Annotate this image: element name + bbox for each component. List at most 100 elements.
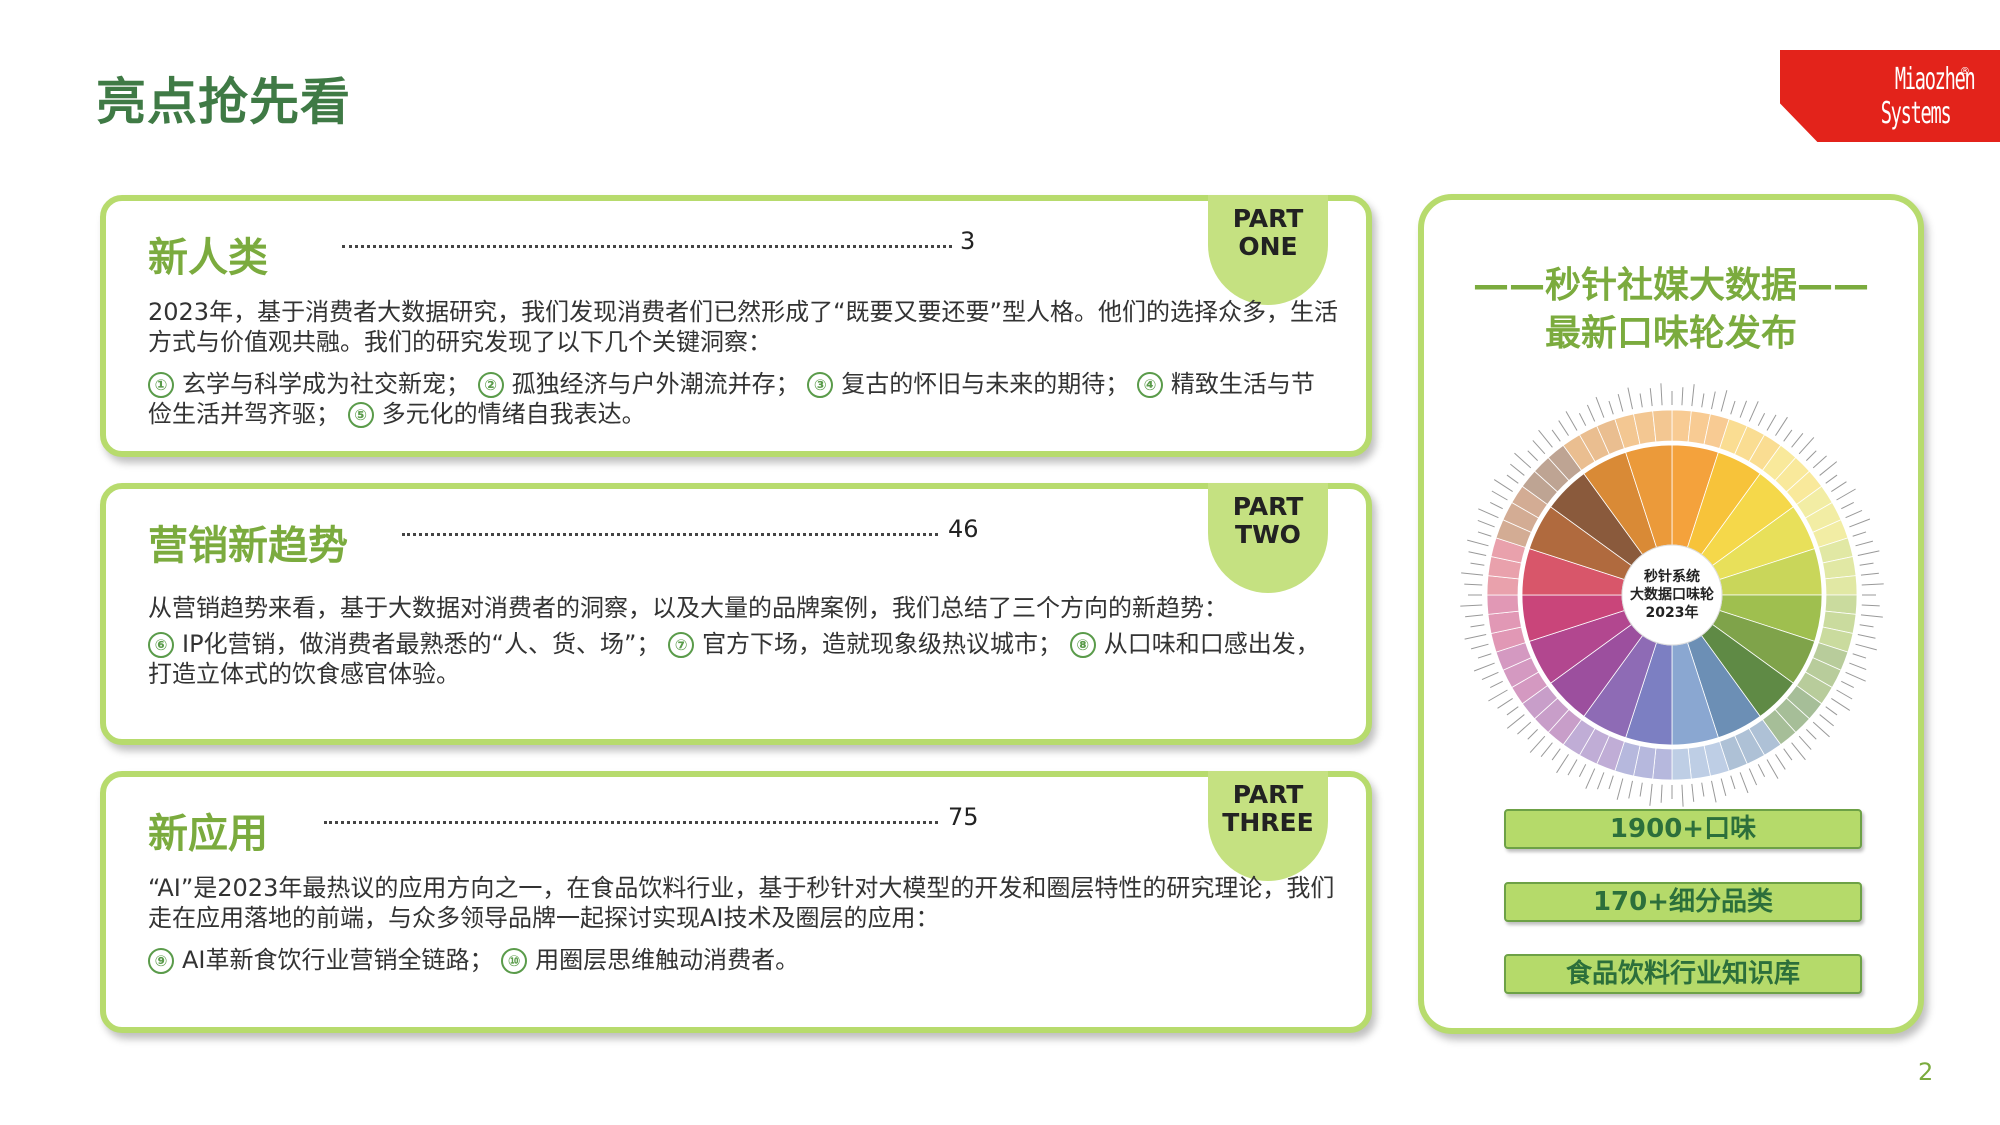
wheel-label-mark: [1660, 784, 1663, 803]
point-number: ⑨: [148, 948, 174, 974]
wheel-label-mark: [1701, 782, 1705, 797]
wheel-label-mark: [1739, 400, 1748, 418]
wheel-label-mark: [1470, 624, 1485, 628]
point-number: ⑤: [347, 402, 374, 428]
wheel-label-mark: [1565, 411, 1578, 431]
wheel-label-mark: [1506, 474, 1519, 484]
toc-leader-dots: [402, 533, 938, 536]
wheel-label-mark: [1608, 775, 1614, 790]
part-number: THREE: [1222, 808, 1314, 837]
panel-title-line2: 最新口味轮发布: [1544, 313, 1797, 354]
wheel-label-mark: [1812, 721, 1830, 738]
wheel-label-mark: [1585, 768, 1596, 789]
wheel-label-mark: [1739, 772, 1749, 794]
part-number: ONE: [1238, 232, 1298, 261]
point-text: IP化营销，做消费者最熟悉的“人、货、场”；: [182, 630, 661, 658]
toc-page-number: 75: [948, 803, 979, 831]
point-number: ⑦: [668, 632, 695, 658]
toc-leader-dots: [324, 821, 938, 824]
point-text: 用圈层思维触动消费者。: [535, 946, 800, 974]
wheel-label-mark: [1510, 463, 1525, 476]
wheel-label-mark: [1578, 764, 1587, 777]
part-label: PART: [1232, 492, 1304, 521]
wheel-label-mark: [1730, 400, 1736, 415]
point-number: ②: [477, 372, 504, 398]
part-tab: PART ONE: [1208, 195, 1328, 305]
part-label: PART: [1232, 780, 1304, 809]
wheel-label-mark: [1855, 540, 1874, 547]
point-number: ④: [1136, 372, 1163, 398]
wheel-label-mark: [1775, 754, 1786, 770]
wheel-label-mark: [1798, 735, 1812, 750]
wheel-label-mark: [1766, 759, 1779, 779]
wheel-label-mark: [1748, 768, 1758, 786]
wheel-label-mark: [1490, 680, 1503, 689]
wheel-label-mark: [1473, 662, 1495, 672]
wheel-label-mark: [1861, 583, 1884, 586]
wheel-center-line2: 大数据口味轮: [1630, 586, 1714, 603]
wheel-label-mark: [1845, 509, 1863, 519]
wheel-center-line3: 2023年: [1646, 604, 1699, 621]
stat-knowledge-base: 食品饮料行业知识库: [1504, 954, 1862, 994]
wheel-label-mark: [1831, 698, 1851, 711]
panel-title-line1: ——秒针社媒大数据——: [1472, 265, 1869, 306]
wheel-label-mark: [1859, 624, 1874, 628]
wheel-label-mark: [1831, 481, 1847, 492]
wheel-label-mark: [1720, 390, 1728, 412]
logo-text-line2: Systems: [1880, 96, 1951, 131]
wheel-segment: [1486, 594, 1520, 615]
wheel-label-mark: [1488, 689, 1508, 702]
wheel-segment: [1824, 575, 1858, 596]
wheel-label-mark: [1783, 748, 1793, 761]
section-card-new-humans: PART ONE 新人类 3 2023年，基于消费者大数据研究，我们发现消费者们…: [100, 195, 1372, 457]
wheel-label-mark: [1532, 440, 1546, 455]
wheel-label-mark: [1857, 634, 1876, 639]
section-title: 新应用: [148, 811, 268, 857]
section-title: 营销新趋势: [148, 523, 348, 569]
wheel-label-mark: [1477, 653, 1492, 659]
wheel-label-mark: [1681, 387, 1684, 406]
wheel-label-mark: [1859, 562, 1874, 566]
section-intro: “AI”是2023年最热议的应用方向之一，在食品饮料行业，基于秒针对大模型的开发…: [148, 874, 1335, 932]
part-number: TWO: [1235, 520, 1301, 549]
wheel-label-mark: [1805, 728, 1817, 740]
wheel-label-mark: [1617, 393, 1624, 412]
wheel-label-mark: [1514, 452, 1532, 469]
wheel-label-mark: [1852, 531, 1867, 537]
wheel-label-mark: [1538, 429, 1553, 448]
wheel-label-mark: [1841, 501, 1854, 510]
point-number: ①: [148, 372, 174, 398]
wheel-label-mark: [1506, 714, 1525, 729]
wheel-label-mark: [1470, 643, 1489, 650]
wheel-label-mark: [1812, 455, 1827, 469]
wheel-center-line1: 秒针系统: [1644, 568, 1700, 585]
part-tab: PART TWO: [1208, 483, 1328, 593]
wheel-label-mark: [1819, 714, 1834, 727]
section-intro: 2023年，基于消费者大数据研究，我们发现消费者们已然形成了“既要又要还要”型人…: [148, 298, 1338, 356]
wheel-label-mark: [1596, 772, 1605, 790]
wheel-label-mark: [1849, 662, 1867, 671]
wheel-label-mark: [1766, 414, 1777, 431]
wheel-label-mark: [1481, 671, 1499, 681]
wheel-label-mark: [1477, 531, 1492, 537]
wheel-label-mark: [1616, 778, 1624, 800]
wheel-label-mark: [1639, 393, 1643, 408]
wheel-label-mark: [1460, 604, 1483, 607]
wheel-label-mark: [1860, 614, 1883, 618]
toc-leader-dots: [342, 245, 952, 248]
wheel-label-mark: [1748, 401, 1759, 422]
section-card-marketing-trends: PART TWO 营销新趋势 46 从营销趋势来看，基于大数据对消费者的洞察，以…: [100, 483, 1372, 745]
wheel-label-mark: [1701, 393, 1705, 408]
wheel-label-mark: [1517, 721, 1532, 735]
wheel-segment: [1652, 409, 1673, 443]
wheel-label-mark: [1493, 479, 1513, 492]
wheel-label-mark: [1490, 501, 1503, 510]
section-card-new-applications: PART THREE 新应用 75 “AI”是2023年最热议的应用方向之一，在…: [100, 771, 1372, 1033]
section-points: ⑨ AI革新食饮行业营销全链路； ⑩ 用圈层思维触动消费者。: [148, 945, 1338, 975]
wheel-label-mark: [1468, 551, 1487, 556]
wheel-label-mark: [1841, 680, 1854, 689]
wheel-label-mark: [1465, 614, 1484, 618]
point-number: ⑥: [148, 632, 174, 658]
wheel-label-mark: [1691, 783, 1695, 802]
wheel-label-mark: [1567, 759, 1578, 776]
